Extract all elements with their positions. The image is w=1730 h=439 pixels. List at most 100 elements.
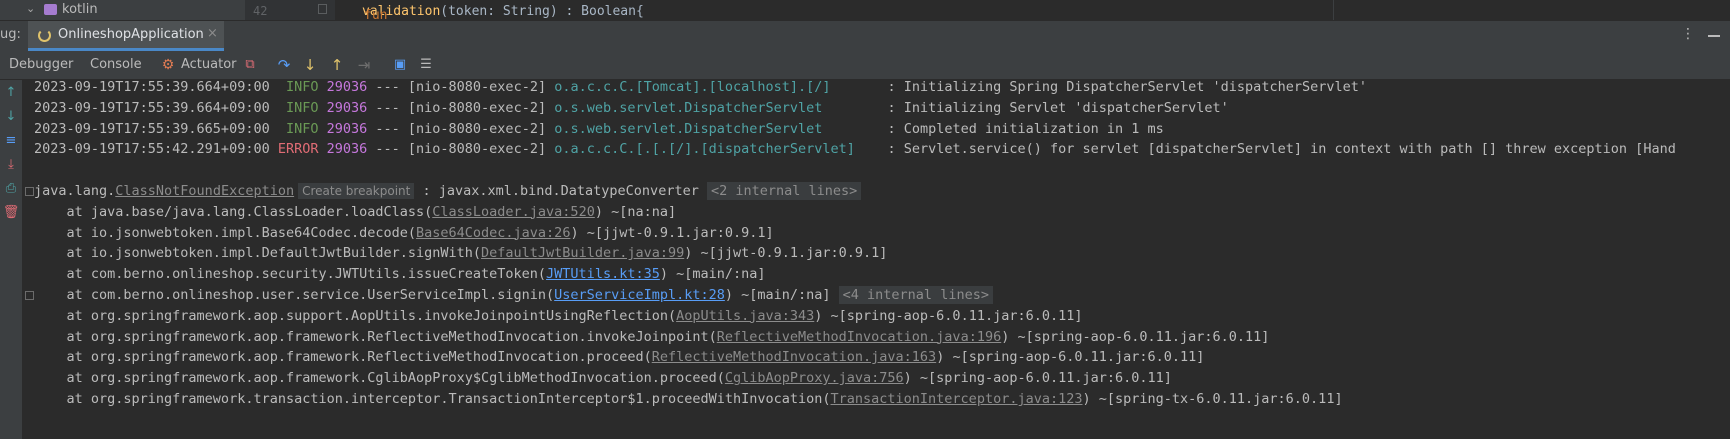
step-over-icon[interactable]: ↷	[274, 55, 294, 75]
stack-frame-text: at io.jsonwebtoken.impl.DefaultJwtBuilde…	[34, 245, 482, 262]
log-message: : Completed initialization in 1 ms	[879, 120, 1164, 137]
debug-label: ug:	[0, 27, 21, 42]
scroll-down-icon[interactable]: ↓	[2, 108, 20, 126]
log-separator: --- [nio-8080-exec-2]	[367, 99, 555, 116]
actuator-icon: ⚙	[161, 57, 175, 73]
log-logger: o.a.c.c.C.[Tomcat].[localhost].[/]	[554, 80, 880, 95]
stack-frame-text: at org.springframework.transaction.inter…	[34, 391, 831, 407]
log-pid: 29036	[326, 141, 368, 158]
line-number: 42	[253, 4, 268, 18]
log-pid: 29036	[326, 80, 368, 95]
source-link[interactable]: JWTUtils.kt:35	[546, 266, 660, 282]
log-line: 2023-09-19T17:55:42.291+09:00 ERROR 2903…	[34, 139, 1676, 159]
log-timestamp: 2023-09-19T17:55:39.664+09:00	[34, 99, 278, 116]
source-link[interactable]: DefaultJwtBuilder.java:99	[481, 245, 684, 261]
stack-frame: at org.springframework.transaction.inter…	[34, 389, 1343, 409]
stack-frame: at org.springframework.aop.framework.Cgl…	[34, 368, 1172, 388]
source-link[interactable]: TransactionInterceptor.java:123	[831, 391, 1083, 407]
log-timestamp: 2023-09-19T17:55:39.664+09:00	[34, 80, 278, 95]
run-to-cursor-icon[interactable]: ⇥	[354, 55, 374, 75]
console-tab[interactable]: Console	[90, 57, 142, 72]
log-message: : Initializing Spring DispatcherServlet …	[879, 80, 1367, 95]
stack-frame-artifact: ) ~[na:na]	[594, 203, 677, 220]
stack-frame-text: at org.springframework.aop.support.AopUt…	[34, 307, 677, 324]
chevron-down-icon[interactable]: ⌄	[26, 2, 35, 15]
clear-all-icon[interactable]: 🗑	[2, 204, 20, 222]
print-icon[interactable]: ⎙	[2, 180, 20, 198]
source-link[interactable]: ClassLoader.java:520	[432, 204, 595, 220]
folder-icon	[44, 4, 57, 15]
editor-gutter: 42	[245, 0, 335, 20]
console-output[interactable]: 2023-09-19T17:55:39.664+09:00 INFO 29036…	[22, 80, 1730, 439]
create-breakpoint-hint[interactable]: Create breakpoint	[298, 183, 415, 199]
source-link[interactable]: CglibAopProxy.java:756	[725, 370, 904, 386]
log-logger: o.a.c.c.C.[.[.[/].[dispatcherServlet]	[554, 141, 880, 158]
exception-message: : javax.xml.bind.DatatypeConverter	[414, 183, 707, 199]
restore-layout-icon[interactable]: ⧉	[240, 55, 260, 75]
log-pid: 29036	[326, 120, 368, 137]
log-message: : Servlet.service() for servlet [dispatc…	[879, 141, 1676, 158]
log-separator: --- [nio-8080-exec-2]	[367, 120, 555, 137]
source-link[interactable]: ReflectiveMethodInvocation.java:163	[652, 349, 936, 365]
stack-frame-artifact: ) ~[spring-aop-6.0.11.jar:6.0.11]	[814, 307, 1083, 324]
step-out-icon[interactable]: ↑	[327, 55, 347, 75]
fold-icon[interactable]	[318, 4, 327, 14]
source-link[interactable]: AopUtils.java:343	[676, 308, 814, 324]
stack-frame: at org.springframework.aop.support.AopUt…	[34, 306, 1083, 326]
project-tree: ⌄ kotlin	[0, 0, 245, 20]
log-separator: --- [nio-8080-exec-2]	[367, 80, 555, 95]
step-into-icon[interactable]: ↓	[300, 55, 320, 75]
tab-onlineshop-application[interactable]: OnlineshopApplication ×	[28, 21, 224, 51]
stack-frame-text: at com.berno.onlineshop.security.JWTUtil…	[34, 266, 547, 283]
tree-item-kotlin[interactable]: kotlin	[62, 2, 98, 17]
minimize-icon[interactable]	[1708, 35, 1720, 37]
exception-class-link[interactable]: ClassNotFoundException	[115, 183, 294, 199]
log-separator: --- [nio-8080-exec-2]	[367, 141, 555, 158]
stack-frame-artifact: ) ~[spring-aop-6.0.11.jar:6.0.11]	[936, 349, 1205, 366]
close-icon[interactable]: ×	[207, 26, 218, 41]
console-action-bar: ↑ ↓ ≡ ⤓ ⎙ 🗑	[0, 80, 22, 439]
trace-icon[interactable]: ☰	[416, 55, 436, 75]
internal-lines-fold[interactable]: <2 internal lines>	[706, 182, 862, 200]
soft-wrap-icon[interactable]: ≡	[2, 132, 20, 150]
power-icon	[38, 29, 51, 42]
evaluate-expression-icon[interactable]: ▣	[390, 55, 410, 75]
more-options-icon[interactable]: ⋮	[1681, 26, 1695, 42]
stack-frame-text: at java.base/java.lang.ClassLoader.loadC…	[34, 203, 433, 220]
log-level: INFO	[277, 80, 327, 95]
debug-tab-bar: ug: OnlineshopApplication × ⋮	[0, 20, 1730, 51]
log-level: INFO	[277, 120, 327, 137]
stack-frame-artifact: ) ~[jjwt-0.9.1.jar:0.9.1]	[570, 224, 774, 241]
debugger-tab[interactable]: Debugger	[9, 57, 73, 72]
log-pid: 29036	[326, 99, 368, 116]
source-link[interactable]: UserServiceImpl.kt:28	[554, 287, 725, 303]
stack-frame: at io.jsonwebtoken.impl.DefaultJwtBuilde…	[34, 243, 888, 263]
tab-label: OnlineshopApplication	[58, 27, 204, 42]
stack-frame: at org.springframework.aop.framework.Ref…	[34, 327, 1270, 347]
debug-toolbar: Debugger Console ⚙ Actuator ⧉ ↷ ↓ ↑ ⇥ ▣ …	[0, 51, 1730, 119]
internal-lines-fold[interactable]: <4 internal lines>	[838, 286, 993, 304]
log-level: ERROR	[277, 141, 327, 158]
scroll-up-icon[interactable]: ↑	[2, 84, 20, 102]
stack-frame-text: at org.springframework.aop.framework.Ref…	[34, 349, 652, 366]
log-level: INFO	[277, 99, 327, 116]
expand-icon[interactable]	[25, 291, 34, 300]
stack-frame: at io.jsonwebtoken.impl.Base64Codec.deco…	[34, 223, 774, 243]
expand-icon[interactable]	[25, 187, 34, 196]
scroll-to-end-icon[interactable]: ⤓	[2, 156, 20, 174]
log-logger: o.s.web.servlet.DispatcherServlet	[554, 120, 880, 137]
actuator-tab[interactable]: Actuator	[181, 57, 237, 72]
exception-package: java.lang.	[34, 183, 116, 199]
log-line: 2023-09-19T17:55:39.664+09:00 INFO 29036…	[34, 80, 1367, 97]
stack-frame-text: at io.jsonwebtoken.impl.Base64Codec.deco…	[34, 224, 417, 241]
exception-line: java.lang.ClassNotFoundException Create b…	[34, 181, 862, 201]
stack-frame-artifact: ) ~[spring-aop-6.0.11.jar:6.0.11]	[1001, 328, 1270, 345]
code-rest: (token: String) : Boolean{	[440, 4, 644, 19]
log-message: : Initializing Servlet 'dispatcherServle…	[879, 99, 1229, 116]
stack-frame: at com.berno.onlineshop.security.JWTUtil…	[34, 264, 766, 284]
source-link[interactable]: Base64Codec.java:26	[416, 225, 570, 241]
stack-frame: at java.base/java.lang.ClassLoader.loadC…	[34, 202, 677, 222]
editor-code-line[interactable]: fun validation(token: String) : Boolean{	[360, 0, 1360, 20]
stack-frame-text: at org.springframework.aop.framework.Cgl…	[34, 370, 725, 387]
source-link[interactable]: ReflectiveMethodInvocation.java:196	[717, 329, 1001, 345]
